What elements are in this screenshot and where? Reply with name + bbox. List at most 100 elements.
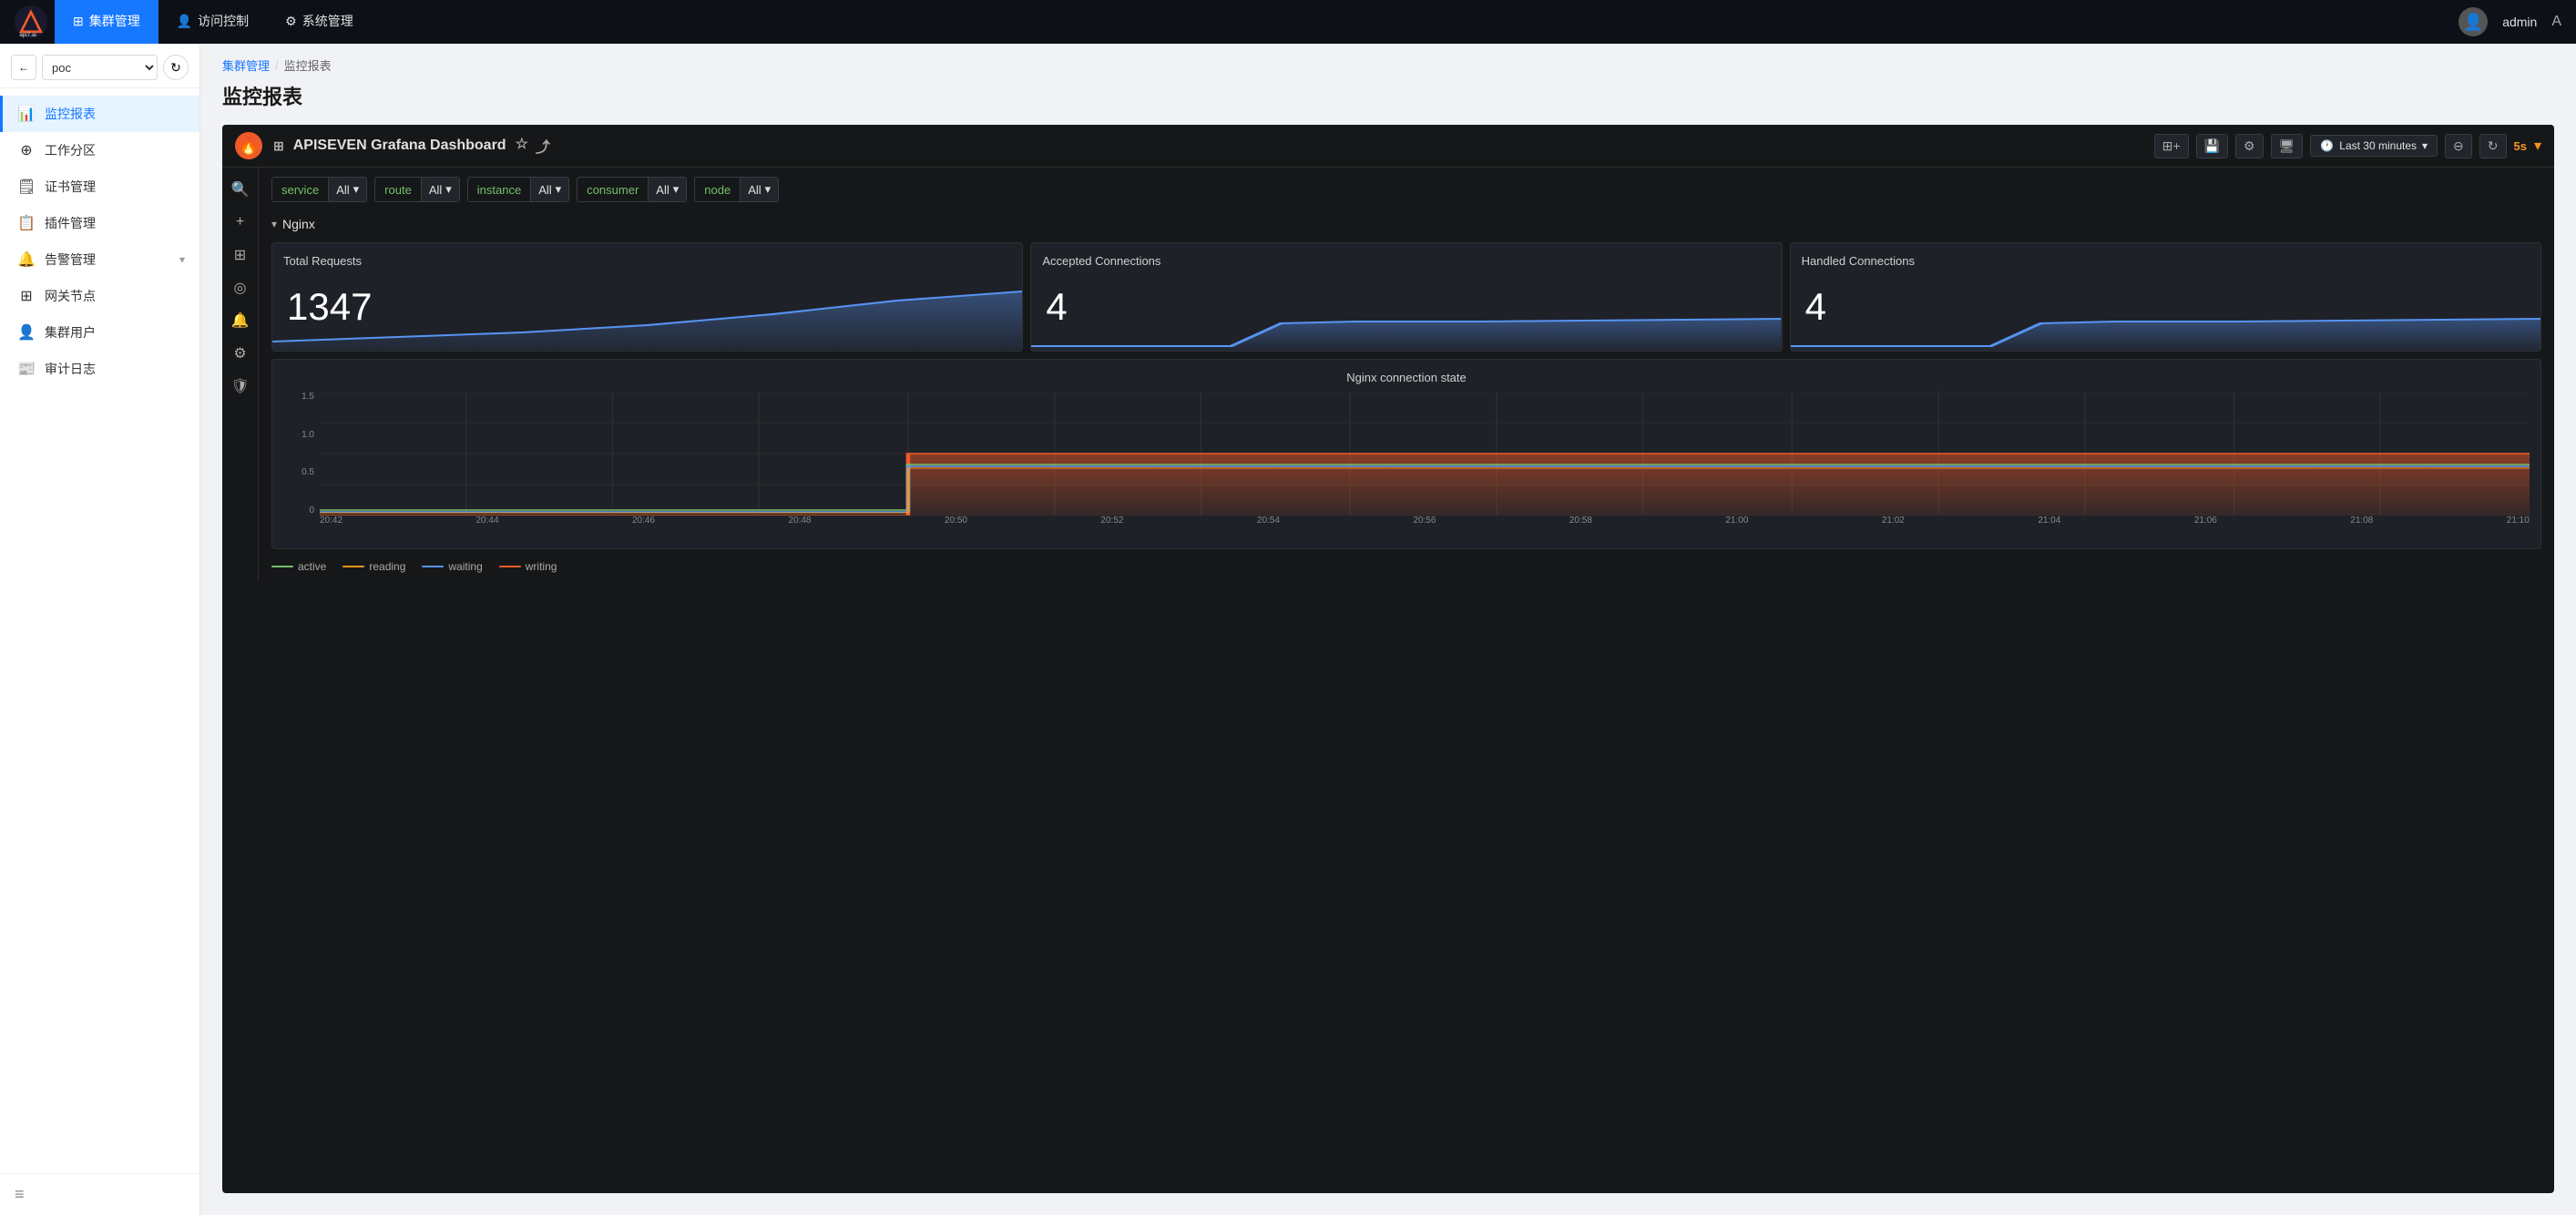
monitor-icon: 📊: [17, 105, 36, 123]
panel-total-requests: Total Requests 1347: [271, 242, 1023, 352]
sidebar-item-alert[interactable]: 🔔 告警管理 ▾: [0, 241, 199, 278]
cluster-select[interactable]: poc: [42, 55, 158, 80]
filter-consumer: consumer All ▾: [577, 177, 687, 202]
grafana-title: ⊞ APISEVEN Grafana Dashboard ☆ ⤴: [273, 135, 550, 157]
access-icon: 👤: [177, 14, 192, 29]
consumer-label: consumer: [578, 178, 649, 201]
consumer-select[interactable]: All ▾: [649, 178, 686, 201]
layout: ← poc ↻ 📊 监控报表 ⊕ 工作分区 🗒 证书管理 📋 插件管理: [0, 44, 2576, 1215]
filter-instance: instance All ▾: [467, 177, 569, 202]
zoom-out-button[interactable]: ⊖: [2445, 134, 2472, 158]
gateway-icon: ⊞: [17, 287, 36, 305]
y-axis-labels: 1.5 1.0 0.5 0: [283, 392, 320, 516]
sidebar-bottom: ≡: [0, 1173, 199, 1215]
nginx-collapse-icon[interactable]: ▾: [271, 218, 277, 230]
x-label-2102: 21:02: [1882, 516, 1905, 537]
breadcrumb: 集群管理 / 监控报表: [200, 44, 2576, 74]
cycle-view-button[interactable]: 🖥: [2271, 134, 2304, 158]
panel-handled-title: Handled Connections: [1802, 254, 2530, 268]
grafana-header: 🔥 ⊞ APISEVEN Grafana Dashboard ☆ ⤴ ⊞+ 💾 …: [222, 125, 2554, 168]
filter-node: node All ▾: [694, 177, 779, 202]
chart-legend: active reading waiting writing: [259, 556, 2554, 580]
grafana-content: service All ▾ route All ▾: [259, 168, 2554, 580]
panels-row: Total Requests 1347: [259, 235, 2554, 359]
connection-state-panel: Nginx connection state 1.5 1.0 0.5 0: [271, 359, 2541, 549]
star-icon[interactable]: ☆: [516, 135, 528, 157]
instance-select[interactable]: All ▾: [531, 178, 568, 201]
shield-icon[interactable]: 🛡: [226, 372, 255, 401]
nav-system-management[interactable]: ⚙ 系统管理: [267, 0, 372, 44]
chevron-icon: ▾: [445, 182, 452, 197]
cert-icon: 🗒: [17, 178, 36, 196]
chevron-down-icon: ▾: [179, 253, 185, 266]
dashboard-settings-button[interactable]: ⚙: [2235, 134, 2264, 158]
rate-dropdown-icon[interactable]: ▾: [2534, 137, 2541, 155]
sidebar-item-monitor[interactable]: 📊 监控报表: [0, 96, 199, 132]
time-range-label: Last 30 minutes: [2339, 139, 2417, 152]
filter-route: route All ▾: [374, 177, 460, 202]
y-label-0: 0: [283, 505, 320, 516]
add-panel-icon[interactable]: +: [226, 208, 255, 237]
admin-name: admin: [2502, 15, 2537, 29]
clock-icon: 🕐: [2320, 139, 2334, 152]
sidebar-item-workzone[interactable]: ⊕ 工作分区: [0, 132, 199, 168]
nav-cluster-management[interactable]: ⊞ 集群管理: [55, 0, 158, 44]
sidebar-item-plugin[interactable]: 📋 插件管理: [0, 205, 199, 241]
route-select[interactable]: All ▾: [422, 178, 459, 201]
x-label-2104: 21:04: [2038, 516, 2060, 537]
nav-access-control[interactable]: 👤 访问控制: [158, 0, 267, 44]
sidebar-item-gateway[interactable]: ⊞ 网关节点: [0, 278, 199, 314]
add-panel-button[interactable]: ⊞+: [2154, 134, 2189, 158]
sidebar-label-gateway: 网关节点: [45, 287, 96, 305]
x-label-2052: 20:52: [1100, 516, 1123, 537]
alert-icon: 🔔: [17, 250, 36, 269]
page-title: 监控报表: [200, 74, 2576, 125]
config-icon[interactable]: ⚙: [226, 339, 255, 368]
sidebar-label-cluster-user: 集群用户: [45, 323, 96, 342]
sidebar-item-audit[interactable]: 📰 审计日志: [0, 351, 199, 387]
explore-icon[interactable]: ◎: [226, 273, 255, 302]
breadcrumb-separator: /: [275, 58, 279, 72]
plugin-icon: 📋: [17, 214, 36, 232]
y-label-1.5: 1.5: [283, 392, 320, 402]
back-button[interactable]: ←: [11, 55, 36, 80]
grafana-dashboard: 🔥 ⊞ APISEVEN Grafana Dashboard ☆ ⤴ ⊞+ 💾 …: [222, 125, 2554, 1193]
x-label-2056: 20:56: [1413, 516, 1436, 537]
filter-service: service All ▾: [271, 177, 367, 202]
legend-reading: reading: [342, 560, 405, 573]
sidebar-item-cluster-user[interactable]: 👤 集群用户: [0, 314, 199, 351]
cluster-user-icon: 👤: [17, 323, 36, 342]
breadcrumb-parent[interactable]: 集群管理: [222, 56, 270, 74]
node-select[interactable]: All ▾: [741, 178, 778, 201]
sidebar-search: ← poc ↻: [0, 44, 199, 88]
x-axis-labels: 20:42 20:44 20:46 20:48 20:50 20:52 20:5…: [320, 516, 2530, 537]
logo: api7.ai: [15, 5, 47, 38]
save-dashboard-button[interactable]: 💾: [2196, 134, 2228, 158]
sidebar-menu: 📊 监控报表 ⊕ 工作分区 🗒 证书管理 📋 插件管理 🔔 告警管理 ▾ ⊞: [0, 88, 199, 394]
sidebar-label-alert: 告警管理: [45, 250, 96, 269]
share-icon[interactable]: ⤴: [536, 135, 550, 157]
x-label-2048: 20:48: [788, 516, 811, 537]
alert-rules-icon[interactable]: 🔔: [226, 306, 255, 335]
top-nav: api7.ai ⊞ 集群管理 👤 访问控制 ⚙ 系统管理 👤 admin A: [0, 0, 2576, 44]
y-label-0.5: 0.5: [283, 467, 320, 477]
lang-switch[interactable]: A: [2551, 14, 2561, 30]
x-label-2046: 20:46: [632, 516, 655, 537]
refresh-button[interactable]: ↻: [2479, 134, 2507, 158]
sidebar-item-cert[interactable]: 🗒 证书管理: [0, 168, 199, 205]
sidebar-label-audit: 审计日志: [45, 360, 96, 378]
chevron-icon: ▾: [556, 182, 562, 197]
dashboards-icon[interactable]: ⊞: [226, 240, 255, 270]
grafana-body: 🔍 + ⊞ ◎ 🔔 ⚙ 🛡 service All: [222, 168, 2554, 580]
connection-state-canvas: [320, 392, 2530, 516]
collapse-icon[interactable]: ≡: [15, 1185, 25, 1203]
service-select[interactable]: All ▾: [329, 178, 366, 201]
search-panel-icon[interactable]: 🔍: [226, 175, 255, 204]
panel-accepted-connections: Accepted Connections 4: [1030, 242, 1782, 352]
refresh-button[interactable]: ↻: [163, 55, 189, 80]
refresh-rate-label: 5s: [2514, 139, 2527, 153]
panel-handled-value: 4: [1805, 285, 1826, 329]
time-range-selector[interactable]: 🕐 Last 30 minutes ▾: [2310, 135, 2438, 157]
x-label-2050: 20:50: [945, 516, 967, 537]
sidebar-label-plugin: 插件管理: [45, 214, 96, 232]
